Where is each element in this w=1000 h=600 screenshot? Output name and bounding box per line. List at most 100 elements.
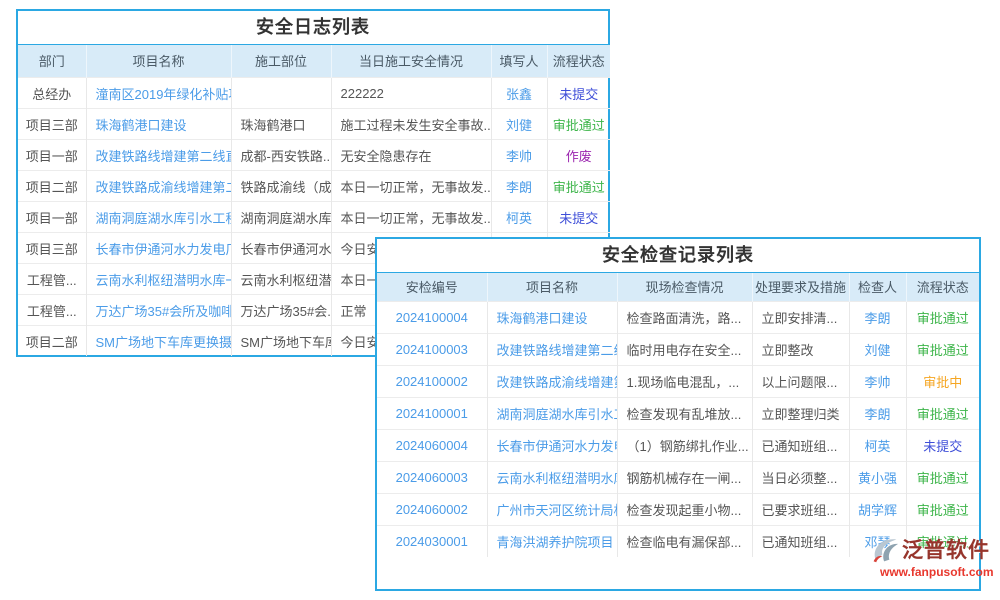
table-cell: 检查路面清洗，路... <box>617 302 752 334</box>
cell-link[interactable]: 胡学辉 <box>849 494 906 526</box>
table-cell: 作废 <box>547 140 610 171</box>
table-cell: 未提交 <box>547 78 610 109</box>
table-row: 2024100001湖南洞庭湖水库引水工...检查发现有乱堆放...立即整理归类… <box>377 398 979 430</box>
column-header: 流程状态 <box>547 45 610 78</box>
table-row: 项目一部湖南洞庭湖水库引水工程...湖南洞庭湖水库本日一切正常，无事故发...柯… <box>18 202 610 233</box>
table-cell: 审批通过 <box>906 398 979 430</box>
column-header: 处理要求及措施 <box>752 273 849 302</box>
watermark-url: www.fanpusoft.com <box>880 566 1000 578</box>
cell-link[interactable]: 青海洪湖养护院项目 <box>487 526 617 558</box>
table-cell: 当日必须整... <box>752 462 849 494</box>
cell-link[interactable]: 云南水利枢纽潜明水库... <box>487 462 617 494</box>
table-row: 2024060002广州市天河区统计局机...检查发现起重小物...已要求班组.… <box>377 494 979 526</box>
fanpu-logo-icon <box>870 536 900 564</box>
table-cell: 检查发现有乱堆放... <box>617 398 752 430</box>
cell-link[interactable]: 李朗 <box>849 398 906 430</box>
table-cell: （1）钢筋绑扎作业... <box>617 430 752 462</box>
table-cell: 检查发现起重小物... <box>617 494 752 526</box>
table-cell: 检查临电有漏保部... <box>617 526 752 558</box>
table-cell: 立即安排清... <box>752 302 849 334</box>
table-cell: 审批通过 <box>906 494 979 526</box>
cell-link[interactable]: 2024100003 <box>377 334 487 366</box>
cell-link[interactable]: 长春市伊通河水力发电厂... <box>86 233 231 264</box>
table-cell: 珠海鹤港口 <box>231 109 331 140</box>
table-cell: 以上问题限... <box>752 366 849 398</box>
cell-link[interactable]: 李帅 <box>849 366 906 398</box>
cell-link[interactable]: 湖南洞庭湖水库引水工程... <box>86 202 231 233</box>
table-cell: 施工过程未发生安全事故... <box>331 109 491 140</box>
table-cell: 临时用电存在安全... <box>617 334 752 366</box>
table-cell: 审批通过 <box>906 334 979 366</box>
cell-link[interactable]: 2024060002 <box>377 494 487 526</box>
cell-link[interactable]: 刘健 <box>849 334 906 366</box>
cell-link[interactable]: 2024100004 <box>377 302 487 334</box>
safety-log-title: 安全日志列表 <box>18 11 608 45</box>
column-header: 流程状态 <box>906 273 979 302</box>
column-header: 检查人 <box>849 273 906 302</box>
table-cell: 未提交 <box>906 430 979 462</box>
table-cell: 立即整理归类 <box>752 398 849 430</box>
cell-link[interactable]: 珠海鹤港口建设 <box>86 109 231 140</box>
cell-link[interactable]: 柯英 <box>491 202 547 233</box>
cell-link[interactable]: 2024100001 <box>377 398 487 430</box>
table-cell: 已通知班组... <box>752 526 849 558</box>
column-header: 当日施工安全情况 <box>331 45 491 78</box>
cell-link[interactable]: 改建铁路线增建第二线直... <box>86 140 231 171</box>
column-header: 项目名称 <box>86 45 231 78</box>
table-row: 2024060003云南水利枢纽潜明水库...钢筋机械存在一闸...当日必须整.… <box>377 462 979 494</box>
table-row: 2024100003改建铁路线增建第二线...临时用电存在安全...立即整改刘健… <box>377 334 979 366</box>
cell-link[interactable]: 李朗 <box>849 302 906 334</box>
cell-link[interactable]: 珠海鹤港口建设 <box>487 302 617 334</box>
table-row: 项目一部改建铁路线增建第二线直...成都-西安铁路...无安全隐患存在李帅作废 <box>18 140 610 171</box>
table-cell: 工程管... <box>18 264 86 295</box>
table-row: 项目二部改建铁路成渝线增建第二...铁路成渝线（成...本日一切正常，无事故发.… <box>18 171 610 202</box>
cell-link[interactable]: 李朗 <box>491 171 547 202</box>
cell-link[interactable]: 云南水利枢纽潜明水库一... <box>86 264 231 295</box>
cell-link[interactable]: 潼南区2019年绿化补贴项... <box>86 78 231 109</box>
cell-link[interactable]: 2024100002 <box>377 366 487 398</box>
table-cell: 本日一切正常，无事故发... <box>331 202 491 233</box>
cell-link[interactable]: 2024030001 <box>377 526 487 558</box>
table-cell: 审批中 <box>906 366 979 398</box>
table-row: 2024100004珠海鹤港口建设检查路面清洗，路...立即安排清...李朗审批… <box>377 302 979 334</box>
column-header: 项目名称 <box>487 273 617 302</box>
table-cell: 湖南洞庭湖水库 <box>231 202 331 233</box>
table-cell: 长春市伊通河水... <box>231 233 331 264</box>
cell-link[interactable]: 刘健 <box>491 109 547 140</box>
vendor-watermark: 泛普软件 www.fanpusoft.com <box>870 536 1000 578</box>
table-cell: 项目三部 <box>18 109 86 140</box>
table-cell: 项目一部 <box>18 140 86 171</box>
table-cell: SM广场地下车库 <box>231 326 331 357</box>
table-cell: 本日一切正常，无事故发... <box>331 171 491 202</box>
cell-link[interactable]: 柯英 <box>849 430 906 462</box>
table-row: 总经办潼南区2019年绿化补贴项...222222张鑫未提交 <box>18 78 610 109</box>
column-header: 部门 <box>18 45 86 78</box>
cell-link[interactable]: 李帅 <box>491 140 547 171</box>
table-cell: 项目二部 <box>18 171 86 202</box>
cell-link[interactable]: 2024060004 <box>377 430 487 462</box>
table-cell: 云南水利枢纽潜... <box>231 264 331 295</box>
cell-link[interactable]: 长春市伊通河水力发电... <box>487 430 617 462</box>
table-cell: 已通知班组... <box>752 430 849 462</box>
cell-link[interactable]: 湖南洞庭湖水库引水工... <box>487 398 617 430</box>
table-cell: 万达广场35#会... <box>231 295 331 326</box>
table-cell: 审批通过 <box>906 462 979 494</box>
table-cell: 项目一部 <box>18 202 86 233</box>
cell-link[interactable]: SM广场地下车库更换摄... <box>86 326 231 357</box>
cell-link[interactable]: 2024060003 <box>377 462 487 494</box>
cell-link[interactable]: 改建铁路成渝线增建第二... <box>86 171 231 202</box>
table-cell: 立即整改 <box>752 334 849 366</box>
cell-link[interactable]: 改建铁路线增建第二线... <box>487 334 617 366</box>
table-cell: 未提交 <box>547 202 610 233</box>
cell-link[interactable]: 改建铁路成渝线增建第... <box>487 366 617 398</box>
safety-inspection-title: 安全检查记录列表 <box>377 239 979 273</box>
cell-link[interactable]: 黄小强 <box>849 462 906 494</box>
table-cell <box>231 78 331 109</box>
safety-inspection-table: 安检编号项目名称现场检查情况处理要求及措施检查人流程状态2024100004珠海… <box>377 273 979 557</box>
table-cell: 222222 <box>331 78 491 109</box>
cell-link[interactable]: 万达广场35#会所及咖啡... <box>86 295 231 326</box>
cell-link[interactable]: 广州市天河区统计局机... <box>487 494 617 526</box>
cell-link[interactable]: 张鑫 <box>491 78 547 109</box>
table-row: 2024060004长春市伊通河水力发电...（1）钢筋绑扎作业...已通知班组… <box>377 430 979 462</box>
table-row: 项目三部珠海鹤港口建设珠海鹤港口施工过程未发生安全事故...刘健审批通过 <box>18 109 610 140</box>
